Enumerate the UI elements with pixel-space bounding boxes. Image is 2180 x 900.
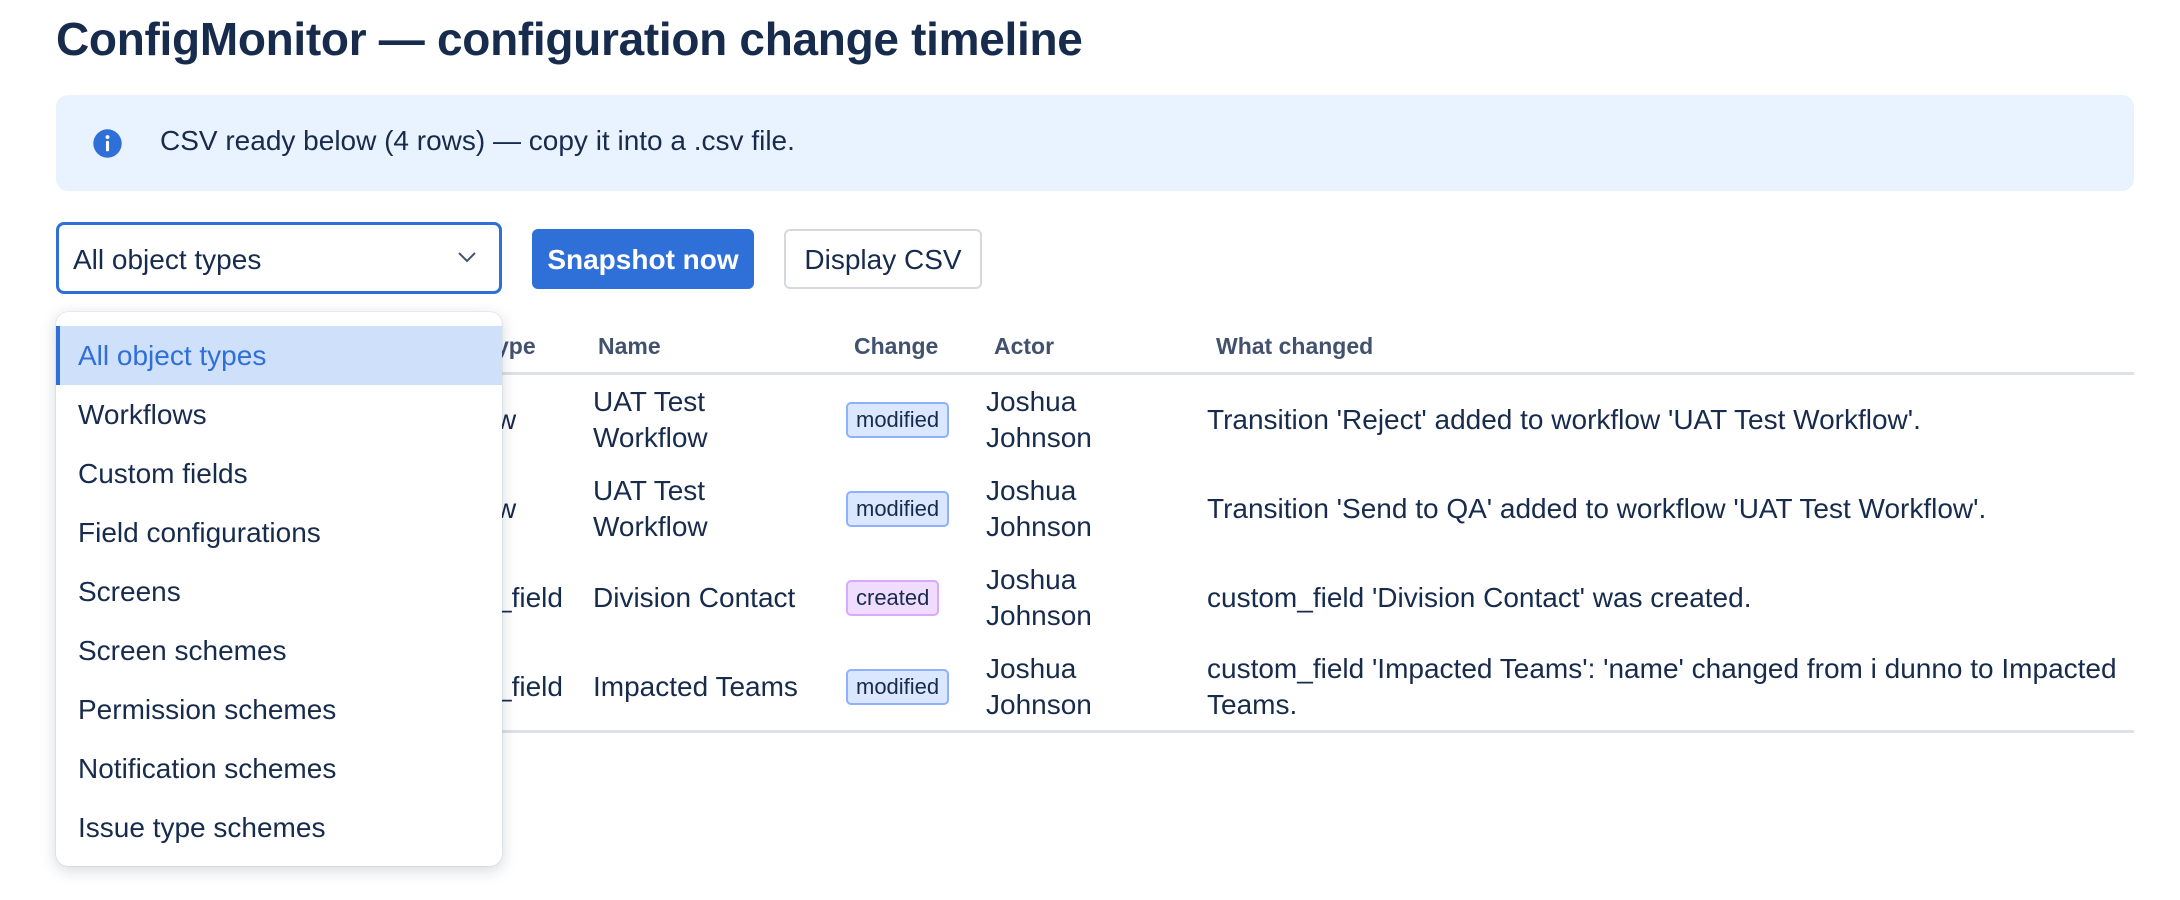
display-csv-button[interactable]: Display CSV bbox=[784, 229, 982, 289]
select-value: All object types bbox=[73, 244, 262, 275]
object-type-filter-select[interactable]: All object types bbox=[56, 222, 502, 294]
cell-name: Impacted Teams bbox=[593, 671, 798, 702]
cell-what-changed-line2: Teams. bbox=[1207, 689, 1298, 720]
dropdown-option-screen-schemes[interactable]: Screen schemes bbox=[56, 621, 502, 680]
dropdown-option-all-object-types[interactable]: All object types bbox=[56, 326, 502, 385]
cell-name-line1: UAT Test bbox=[593, 386, 706, 417]
dropdown-option-issue-type-schemes[interactable]: Issue type schemes bbox=[56, 798, 502, 857]
dropdown-option-custom-fields[interactable]: Custom fields bbox=[56, 444, 502, 503]
status-badge: created bbox=[846, 580, 940, 616]
cell-actor-line1: Joshua bbox=[986, 564, 1077, 595]
cell-type: _field bbox=[496, 582, 563, 613]
page: ConfigMonitor — configuration change tim… bbox=[0, 0, 2180, 900]
cell-actor-line2: Johnson bbox=[986, 600, 1092, 631]
column-header-what-changed: What changed bbox=[1216, 333, 1374, 359]
object-type-dropdown-menu: All object types Workflows Custom fields… bbox=[56, 312, 502, 866]
dropdown-option-workflows[interactable]: Workflows bbox=[56, 385, 502, 444]
cell-name-line2: Workflow bbox=[593, 422, 708, 453]
column-header-name: Name bbox=[598, 333, 661, 359]
cell-what-changed: custom_field 'Division Contact' was crea… bbox=[1207, 582, 1752, 613]
page-title: ConfigMonitor — configuration change tim… bbox=[56, 13, 1083, 65]
dropdown-option-permission-schemes[interactable]: Permission schemes bbox=[56, 680, 502, 739]
dropdown-option-screens[interactable]: Screens bbox=[56, 562, 502, 621]
status-badge: modified bbox=[846, 402, 950, 438]
cell-actor-line2: Johnson bbox=[986, 511, 1092, 542]
cell-actor-line1: Joshua bbox=[986, 386, 1077, 417]
cell-what-changed: Transition 'Reject' added to workflow 'U… bbox=[1207, 404, 1921, 435]
info-banner: CSV ready below (4 rows) — copy it into … bbox=[56, 95, 2134, 191]
banner-message: CSV ready below (4 rows) — copy it into … bbox=[160, 125, 795, 156]
cell-what-changed: Transition 'Send to QA' added to workflo… bbox=[1207, 493, 1987, 524]
snapshot-now-button[interactable]: Snapshot now bbox=[532, 229, 754, 289]
cell-name-line2: Workflow bbox=[593, 511, 708, 542]
column-header-change: Change bbox=[854, 333, 939, 359]
status-badge: modified bbox=[846, 669, 950, 705]
cell-name-line1: UAT Test bbox=[593, 475, 706, 506]
chevron-down-icon bbox=[458, 252, 476, 263]
cell-actor-line2: Johnson bbox=[986, 422, 1092, 453]
cell-type: _field bbox=[496, 671, 563, 702]
info-icon bbox=[93, 129, 122, 158]
cell-actor-line1: Joshua bbox=[986, 653, 1077, 684]
cell-name: Division Contact bbox=[593, 582, 796, 613]
cell-actor-line1: Joshua bbox=[986, 475, 1077, 506]
dropdown-option-field-configurations[interactable]: Field configurations bbox=[56, 503, 502, 562]
column-header-actor: Actor bbox=[994, 333, 1055, 359]
dropdown-option-notification-schemes[interactable]: Notification schemes bbox=[56, 739, 502, 798]
status-badge: modified bbox=[846, 491, 950, 527]
cell-what-changed-line1: custom_field 'Impacted Teams': 'name' ch… bbox=[1207, 653, 2117, 684]
cell-actor-line2: Johnson bbox=[986, 689, 1092, 720]
